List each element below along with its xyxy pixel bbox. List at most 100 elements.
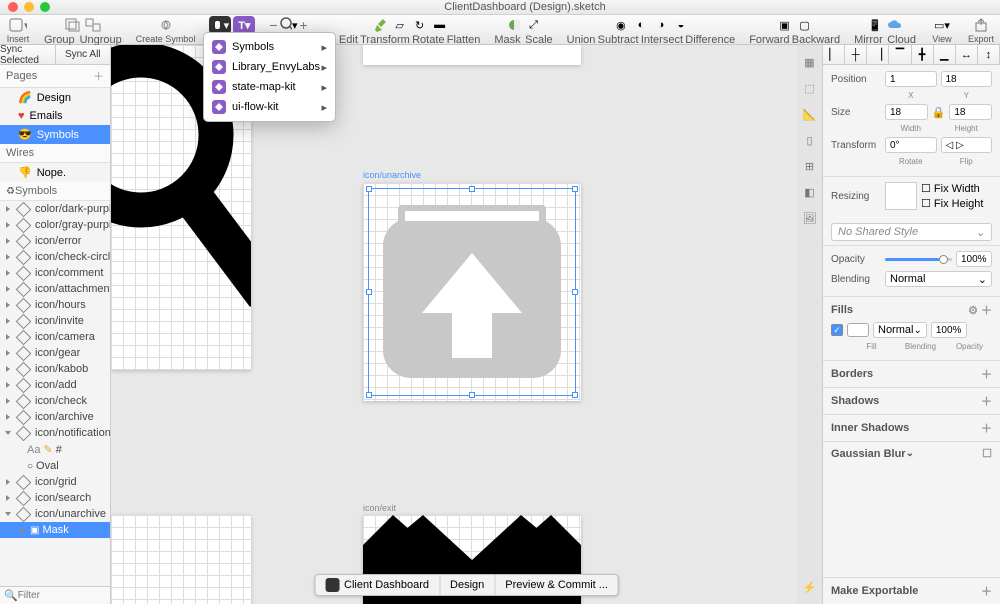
align-top[interactable]: ▔ <box>889 45 911 64</box>
add-export-button[interactable]: ＋ <box>981 583 992 599</box>
align-vcenter[interactable]: ╋ <box>912 45 934 64</box>
pos-x-field[interactable]: 1 <box>885 71 937 87</box>
add-page-button[interactable]: ＋ <box>93 68 104 84</box>
lock-aspect-icon[interactable]: 🔒 <box>932 106 946 119</box>
zoom-in[interactable]: + <box>300 17 308 33</box>
layer-item[interactable]: icon/search <box>0 490 110 506</box>
layer-item[interactable]: icon/archive <box>0 409 110 425</box>
fix-height-check[interactable]: ☐ Fix Height <box>921 197 983 210</box>
align-right[interactable]: ▕ <box>867 45 889 64</box>
layer-item[interactable]: icon/check <box>0 393 110 409</box>
image-icon[interactable]: 🖼 <box>801 209 819 227</box>
layer-item[interactable]: icon/error <box>0 233 110 249</box>
rotate-button[interactable]: ↻ <box>411 16 429 34</box>
fix-width-check[interactable]: ☐ Fix Width <box>921 182 983 195</box>
width-field[interactable]: 18 <box>885 104 928 120</box>
minimize-window[interactable] <box>24 2 34 12</box>
forward-button[interactable]: ▣ <box>776 16 794 34</box>
layer-item[interactable]: icon/notification <box>0 425 110 441</box>
layout-align-icon[interactable]: ▦ <box>801 53 819 71</box>
layer-item[interactable]: icon/comment <box>0 265 110 281</box>
page-design[interactable]: 🌈Design <box>0 88 110 107</box>
page-emails[interactable]: ♥Emails <box>0 107 110 125</box>
fill-enabled-check[interactable]: ✓ <box>831 324 843 336</box>
layout-grid-icon[interactable]: ▯ <box>801 131 819 149</box>
blending-select[interactable]: Normal⌄ <box>885 271 992 287</box>
filter-input[interactable] <box>18 590 111 601</box>
export-slice-icon[interactable]: ⬚ <box>801 79 819 97</box>
layer-child[interactable]: Aa ✎ # <box>0 441 110 458</box>
opacity-field[interactable]: 100% <box>956 251 992 267</box>
align-left[interactable]: ▏ <box>823 45 845 64</box>
height-field[interactable]: 18 <box>949 104 992 120</box>
layer-item[interactable]: icon/attachment <box>0 281 110 297</box>
rotate-field[interactable]: 0° <box>885 137 937 153</box>
mask-button[interactable] <box>505 16 523 34</box>
distribute-v[interactable]: ↕ <box>978 45 1000 64</box>
mirror-button[interactable]: 📱 <box>866 16 884 34</box>
dropdown-item-statemap[interactable]: state-map-kit▸ <box>204 77 335 97</box>
opacity-slider[interactable] <box>885 258 952 261</box>
view-button[interactable]: ▭▾ <box>930 16 954 34</box>
artboard-partial-top[interactable] <box>363 45 581 65</box>
align-hcenter[interactable]: ┼ <box>845 45 867 64</box>
blur-toggle[interactable]: ☐ <box>982 447 992 460</box>
ungroup-button[interactable] <box>84 16 102 34</box>
layer-item[interactable]: icon/check-circle <box>0 249 110 265</box>
add-shadow-button[interactable]: ＋ <box>981 393 992 409</box>
breadcrumb-doc[interactable]: Design <box>440 575 495 595</box>
close-window[interactable] <box>8 2 18 12</box>
insert-button[interactable]: ▾ <box>6 16 30 34</box>
create-symbol-button[interactable] <box>157 16 175 34</box>
edit-button[interactable] <box>371 16 389 34</box>
layer-item[interactable]: color/dark-purple <box>0 201 110 217</box>
union-button[interactable]: ◉ <box>612 16 630 34</box>
layer-item[interactable]: icon/add <box>0 377 110 393</box>
zoom-window[interactable] <box>40 2 50 12</box>
fill-opacity-field[interactable]: 100% <box>931 322 967 338</box>
group-button[interactable] <box>64 16 82 34</box>
layer-child[interactable]: ○ Oval <box>0 458 110 474</box>
layer-item[interactable]: icon/unarchive <box>0 506 110 522</box>
preview-commit-button[interactable]: Preview & Commit ... <box>495 575 618 595</box>
style-icon[interactable]: ◧ <box>801 183 819 201</box>
fills-settings-icon[interactable]: ⚙ ＋ <box>968 302 992 318</box>
artboard-label-unarchive[interactable]: icon/unarchive <box>363 170 421 180</box>
scale-button[interactable]: ⤢ <box>525 16 543 34</box>
layer-item[interactable]: icon/invite <box>0 313 110 329</box>
dropdown-item-library[interactable]: Library_EnvyLabs▸ <box>204 57 335 77</box>
flatten-button[interactable]: ▬ <box>431 16 449 34</box>
layer-item[interactable]: icon/camera <box>0 329 110 345</box>
align-bottom[interactable]: ▁ <box>934 45 956 64</box>
add-inner-shadow-button[interactable]: ＋ <box>981 420 992 436</box>
artboard-partial-bottom[interactable] <box>111 515 251 604</box>
plugins-icon[interactable]: ⚡ <box>801 578 819 596</box>
intersect-button[interactable]: ◑ <box>652 16 670 34</box>
difference-button[interactable]: ◒ <box>672 16 690 34</box>
layer-item[interactable]: icon/kabob <box>0 361 110 377</box>
layer-item[interactable]: icon/grid <box>0 474 110 490</box>
subtract-button[interactable]: ◐ <box>632 16 650 34</box>
dropdown-item-uiflow[interactable]: ui-flow-kit▸ <box>204 97 335 117</box>
ruler-icon[interactable]: 📐 <box>801 105 819 123</box>
artboard-label-exit[interactable]: icon/exit <box>363 503 396 513</box>
backward-button[interactable]: ▢ <box>796 16 814 34</box>
layer-mask[interactable]: ▣ Mask <box>0 522 110 538</box>
layer-item[interactable]: color/gray-purple <box>0 217 110 233</box>
cloud-button[interactable] <box>886 16 904 34</box>
transform-button[interactable]: ▱ <box>391 16 409 34</box>
sync-all-button[interactable]: Sync All <box>56 45 112 64</box>
flip-buttons[interactable]: ◁ ▷ <box>941 137 993 153</box>
resizing-preview[interactable] <box>885 182 917 210</box>
fill-color-swatch[interactable] <box>847 323 869 337</box>
shared-style-select[interactable]: No Shared Style⌄ <box>831 223 992 241</box>
add-border-button[interactable]: ＋ <box>981 366 992 382</box>
export-button[interactable] <box>972 16 990 34</box>
pos-y-field[interactable]: 18 <box>941 71 993 87</box>
breadcrumb-project[interactable]: Client Dashboard <box>315 575 440 595</box>
layer-item[interactable]: icon/gear <box>0 345 110 361</box>
fill-blend-select[interactable]: Normal⌄ <box>873 322 927 338</box>
distribute-h[interactable]: ↔ <box>956 45 978 64</box>
dropdown-item-symbols[interactable]: Symbols▸ <box>204 37 335 57</box>
page-nope[interactable]: 👎Nope. <box>0 163 110 182</box>
